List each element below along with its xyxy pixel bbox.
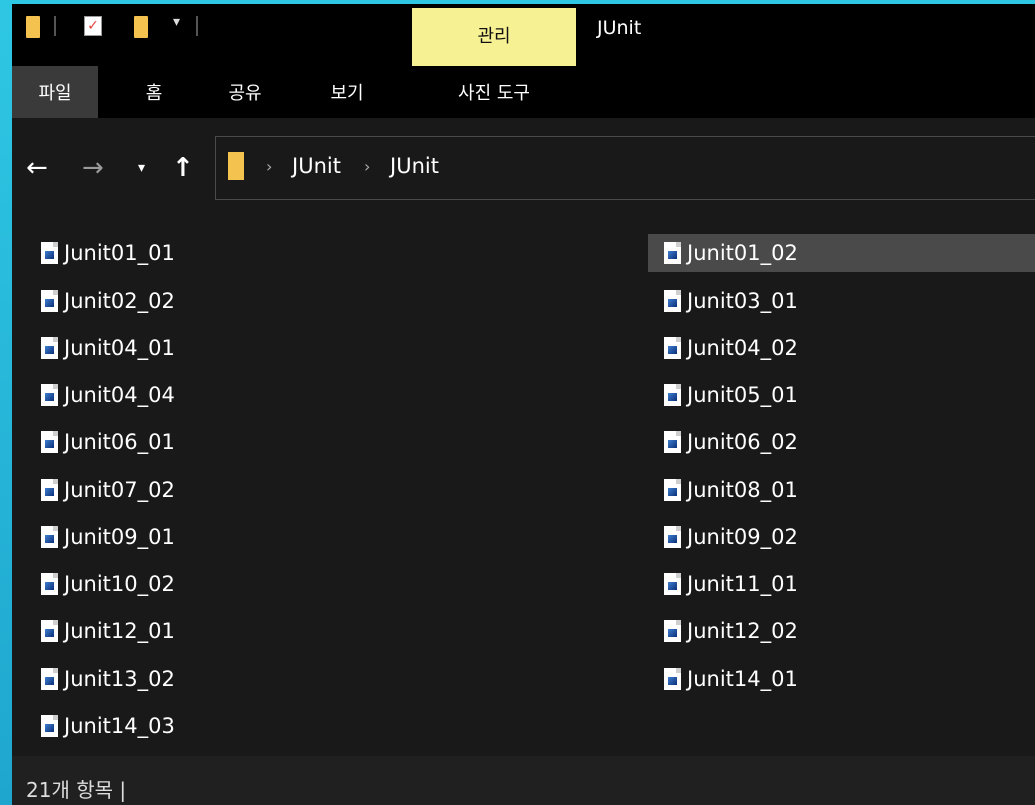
file-name: Junit02_02 [64, 289, 175, 313]
file-name: Junit04_04 [64, 383, 175, 407]
folder-icon [228, 152, 244, 180]
image-file-icon [664, 620, 681, 642]
image-file-icon [41, 290, 58, 312]
tab-file-label: 파일 [38, 83, 72, 104]
file-item[interactable]: Junit06_02 [648, 423, 1035, 461]
image-file-icon [41, 715, 58, 737]
image-file-icon [664, 242, 681, 264]
file-name: Junit10_02 [64, 572, 175, 596]
file-name: Junit09_01 [64, 525, 175, 549]
window-title: JUnit [597, 17, 642, 39]
title-bar: ✓ ▾ 관리 JUnit [12, 4, 1035, 66]
file-item-selected[interactable]: Junit01_02 [648, 234, 1035, 272]
tab-manage-label: 관리 [477, 26, 511, 47]
file-item[interactable]: Junit05_01 [648, 376, 1035, 414]
tab-file[interactable]: 파일 [12, 66, 98, 118]
image-file-icon [664, 479, 681, 501]
image-file-icon [41, 573, 58, 595]
quick-access-separator [54, 16, 56, 36]
image-file-icon [41, 620, 58, 642]
navigation-bar: ← → ▾ ↑ › JUnit › JUnit [12, 118, 1035, 218]
tab-share-label: 공유 [228, 83, 262, 104]
tab-home-label: 홈 [145, 83, 163, 104]
file-name: Junit08_01 [687, 478, 798, 502]
file-name: Junit07_02 [64, 478, 175, 502]
file-item[interactable]: Junit04_02 [648, 329, 1035, 367]
chevron-down-icon[interactable]: ▾ [138, 148, 145, 188]
tab-photo-tools[interactable]: 사진 도구 [412, 66, 576, 118]
file-name: Junit05_01 [687, 383, 798, 407]
file-item[interactable]: Junit06_01 [12, 423, 612, 461]
file-item[interactable]: Junit14_03 [12, 707, 612, 745]
file-name: Junit03_01 [687, 289, 798, 313]
file-name: Junit11_01 [687, 572, 798, 596]
image-file-icon [41, 526, 58, 548]
file-item[interactable]: Junit14_01 [648, 660, 1035, 698]
tab-photo-tools-label: 사진 도구 [458, 83, 530, 104]
address-bar[interactable]: › JUnit › JUnit [215, 136, 1035, 200]
file-item[interactable]: Junit07_02 [12, 471, 612, 509]
file-item[interactable]: Junit03_01 [648, 282, 1035, 320]
file-item[interactable]: Junit12_01 [12, 612, 612, 650]
file-name: Junit12_01 [64, 619, 175, 643]
image-file-icon [41, 479, 58, 501]
item-count: 21개 항목 | [26, 778, 127, 802]
image-file-icon [664, 290, 681, 312]
breadcrumb-item[interactable]: JUnit [292, 154, 341, 178]
new-folder-icon[interactable] [134, 16, 148, 38]
file-item[interactable]: Junit08_01 [648, 471, 1035, 509]
image-file-icon [664, 431, 681, 453]
ribbon-tabs: 파일 홈 공유 보기 사진 도구 [12, 66, 1035, 118]
file-name: Junit04_01 [64, 336, 175, 360]
image-file-icon [664, 384, 681, 406]
tab-home[interactable]: 홈 [124, 66, 184, 118]
file-item[interactable]: Junit04_01 [12, 329, 612, 367]
file-item[interactable]: Junit13_02 [12, 660, 612, 698]
file-item[interactable]: Junit10_02 [12, 565, 612, 603]
file-item[interactable]: Junit02_02 [12, 282, 612, 320]
tab-manage[interactable]: 관리 [412, 8, 576, 66]
file-name: Junit14_01 [687, 667, 798, 691]
image-file-icon [41, 431, 58, 453]
file-name: Junit12_02 [687, 619, 798, 643]
file-item[interactable]: Junit09_01 [12, 518, 612, 556]
file-name: Junit04_02 [687, 336, 798, 360]
image-file-icon [41, 384, 58, 406]
up-arrow-icon[interactable]: ↑ [172, 148, 194, 188]
back-arrow-icon[interactable]: ← [26, 148, 48, 188]
breadcrumb-separator: › [364, 157, 371, 176]
image-file-icon [664, 573, 681, 595]
file-item[interactable]: Junit01_01 [12, 234, 612, 272]
file-name: Junit14_03 [64, 714, 175, 738]
image-file-icon [664, 337, 681, 359]
customize-quick-access-icon[interactable]: ▾ [173, 14, 180, 30]
file-name: Junit01_02 [687, 241, 798, 265]
properties-check-icon[interactable]: ✓ [84, 16, 102, 36]
file-item[interactable]: Junit11_01 [648, 565, 1035, 603]
file-name: Junit06_01 [64, 430, 175, 454]
tab-view[interactable]: 보기 [312, 66, 382, 118]
tab-view-label: 보기 [330, 83, 364, 104]
file-item[interactable]: Junit04_04 [12, 376, 612, 414]
image-file-icon [664, 668, 681, 690]
status-bar: 21개 항목 | [12, 756, 1035, 805]
image-file-icon [41, 668, 58, 690]
breadcrumb-item[interactable]: JUnit [390, 154, 439, 178]
file-name: Junit09_02 [687, 525, 798, 549]
image-file-icon [664, 526, 681, 548]
image-file-icon [41, 337, 58, 359]
forward-arrow-icon[interactable]: → [82, 148, 104, 188]
file-item[interactable]: Junit09_02 [648, 518, 1035, 556]
file-name: Junit13_02 [64, 667, 175, 691]
image-file-icon [41, 242, 58, 264]
folder-icon[interactable] [26, 16, 40, 38]
breadcrumb-separator: › [266, 157, 273, 176]
tab-share[interactable]: 공유 [210, 66, 280, 118]
file-name: Junit06_02 [687, 430, 798, 454]
quick-access-separator [196, 16, 198, 36]
explorer-window: ✓ ▾ 관리 JUnit 파일 홈 공유 보기 사진 도구 ← → ▾ ↑ › … [12, 4, 1035, 805]
file-name: Junit01_01 [64, 241, 175, 265]
file-item[interactable]: Junit12_02 [648, 612, 1035, 650]
